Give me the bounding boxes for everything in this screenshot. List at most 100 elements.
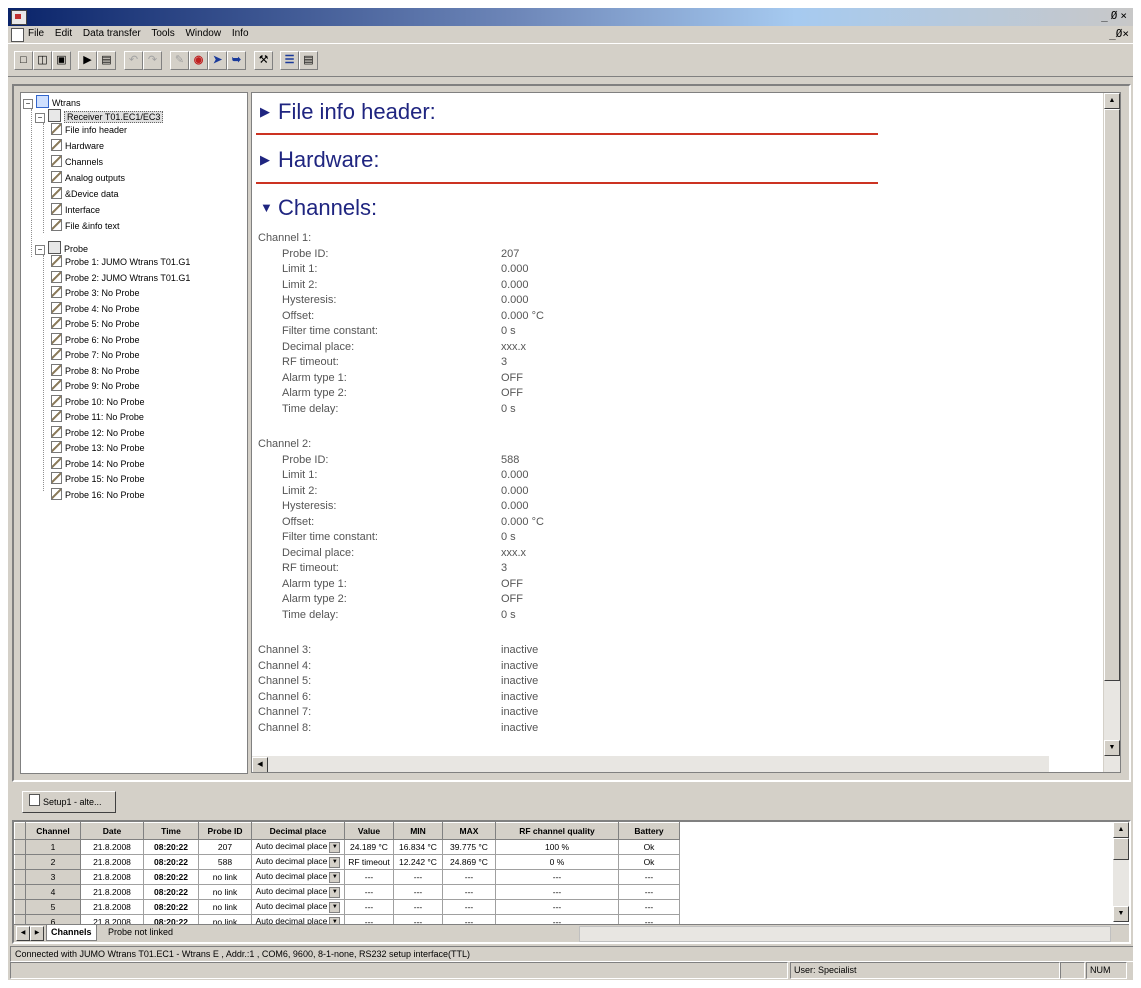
column-header[interactable]: Date [80, 822, 144, 840]
column-header[interactable]: RF channel quality [495, 822, 619, 840]
table-cell[interactable]: Auto decimal place ▼ [251, 854, 345, 870]
tree-node-probe-item[interactable]: Probe 10: No Probe [51, 394, 145, 409]
new-icon[interactable]: □ [14, 51, 33, 70]
tree-node-receiver-item[interactable]: Analog outputs [51, 171, 125, 185]
column-header[interactable]: Time [143, 822, 199, 840]
tree-node-probe-item[interactable]: Probe 12: No Probe [51, 425, 145, 440]
print-icon[interactable]: ▤ [97, 51, 116, 70]
dropdown-arrow-icon[interactable]: ▼ [329, 856, 341, 868]
close-button[interactable]: × [1119, 9, 1129, 22]
tab-next-icon[interactable]: ▶ [30, 926, 44, 941]
minimize-button[interactable]: _ [1100, 9, 1110, 22]
tree-node-probe-item[interactable]: Probe 9: No Probe [51, 379, 140, 393]
record-icon[interactable]: ◉ [189, 51, 208, 70]
tab-prev-icon[interactable]: ◀ [16, 926, 30, 941]
dropdown-arrow-icon[interactable]: ▼ [329, 841, 341, 853]
section-file-info-header[interactable]: ▶ File info header: [260, 99, 436, 125]
vertical-scrollbar[interactable]: ▲ ▼ [1103, 93, 1120, 772]
tree-node-probe-item[interactable]: Probe 2: JUMO Wtrans T01.G1 [51, 270, 190, 285]
horizontal-scrollbar[interactable]: ◀ [252, 756, 1049, 772]
scroll-up-icon[interactable]: ▲ [1104, 93, 1120, 109]
edit-icon[interactable]: ✎ [170, 51, 189, 70]
menu-info[interactable]: Info [232, 28, 249, 39]
tree-node-receiver-item[interactable]: Hardware [51, 139, 104, 153]
tree-node-probe-item[interactable]: Probe 11: No Probe [51, 410, 144, 424]
tree-node-probe-item[interactable]: Probe 14: No Probe [51, 456, 145, 471]
mdi-minimize-button[interactable]: _ [1109, 27, 1116, 40]
tree-node-probe[interactable]: − Probe [35, 241, 88, 255]
tree-node-probe-item[interactable]: Probe 7: No Probe [51, 348, 140, 362]
tree-node-probe-item[interactable]: Probe 4: No Probe [51, 301, 140, 316]
row-header[interactable] [14, 854, 26, 870]
tools-icon[interactable]: ⚒ [254, 51, 273, 70]
dropdown-arrow-icon[interactable]: ▼ [329, 871, 341, 883]
scroll-up-icon[interactable]: ▲ [1113, 822, 1129, 838]
menu-file[interactable]: File [28, 28, 44, 39]
menu-edit[interactable]: Edit [55, 28, 72, 39]
row-header[interactable] [14, 884, 26, 900]
document-icon[interactable] [11, 28, 24, 42]
open-icon[interactable]: ◫ [33, 51, 52, 70]
scroll-down-icon[interactable]: ▼ [1113, 906, 1129, 922]
mdi-close-button[interactable]: × [1122, 27, 1129, 40]
column-header[interactable]: MAX [442, 822, 496, 840]
row-header[interactable] [14, 869, 26, 885]
window-icon[interactable]: ▤ [299, 51, 318, 70]
tree-node-probe-item[interactable]: Probe 8: No Probe [51, 363, 140, 378]
table-row[interactable]: 4 21.8.2008 08:20:22 no link Auto decimal pl… [14, 884, 680, 900]
dropdown-arrow-icon[interactable]: ▼ [329, 886, 341, 898]
scroll-down-icon[interactable]: ▼ [1104, 740, 1120, 756]
column-header[interactable]: Value [344, 822, 394, 840]
menu-data-transfer[interactable]: Data transfer [83, 28, 141, 39]
tree-node-probe-item[interactable]: Probe 5: No Probe [51, 317, 140, 331]
tree-node-root[interactable]: − Wtrans [23, 95, 81, 109]
redo-icon[interactable]: ↷ [143, 51, 162, 70]
column-header[interactable]: Decimal place [251, 822, 345, 840]
table-row[interactable]: 1 21.8.2008 08:20:22 207 Auto decimal place ▼… [14, 839, 680, 855]
grid-vertical-scrollbar[interactable]: ▲ ▼ [1113, 822, 1129, 922]
navigation-tree[interactable]: − Wtrans − Receiver T01.EC1/EC3 File info … [20, 92, 248, 774]
tree-node-probe-item[interactable]: Probe 3: No Probe [51, 286, 140, 300]
table-row[interactable]: 5 21.8.2008 08:20:22 no link Auto decimal pl… [14, 899, 680, 915]
table-cell[interactable]: Auto decimal place ▼ [251, 899, 345, 915]
report-view[interactable]: ▶ File info header: ▶ Hardware: ▼ Channels:… [251, 92, 1121, 773]
section-hardware[interactable]: ▶ Hardware: [260, 147, 379, 173]
scroll-thumb[interactable] [1113, 838, 1129, 860]
save-icon[interactable]: ▣ [52, 51, 71, 70]
menu-window[interactable]: Window [185, 28, 221, 39]
tree-node-probe-item[interactable]: Probe 16: No Probe [51, 487, 145, 502]
table-cell[interactable]: Auto decimal place ▼ [251, 839, 345, 855]
menu-tools[interactable]: Tools [151, 28, 174, 39]
tree-node-receiver-item[interactable]: File &info text [51, 219, 120, 233]
row-header[interactable] [14, 899, 26, 915]
restore-button[interactable]: Ø [1110, 9, 1120, 22]
scroll-thumb[interactable] [1104, 109, 1120, 681]
table-row[interactable]: 3 21.8.2008 08:20:22 no link Auto decimal pl… [14, 869, 680, 885]
receive-icon[interactable]: ➥ [227, 51, 246, 70]
dropdown-arrow-icon[interactable]: ▼ [329, 901, 341, 913]
title-bar[interactable]: _ Ø × [8, 8, 1133, 26]
column-header[interactable]: Probe ID [198, 822, 252, 840]
app-icon[interactable] [11, 10, 27, 25]
document-tab[interactable]: Setup1 - alte... [22, 791, 116, 813]
list-icon[interactable]: ☰ [280, 51, 299, 70]
row-header[interactable] [14, 839, 26, 855]
table-row[interactable]: 2 21.8.2008 08:20:22 588 Auto decimal place ▼… [14, 854, 680, 870]
print-preview-icon[interactable]: ▶ [78, 51, 97, 70]
tree-node-probe-item[interactable]: Probe 15: No Probe [51, 472, 145, 486]
tree-node-receiver-item[interactable]: File info header [51, 123, 127, 137]
scroll-left-icon[interactable]: ◀ [252, 757, 268, 772]
table-cell[interactable]: Auto decimal place ▼ [251, 869, 345, 885]
tree-node-receiver-item[interactable]: Channels [51, 155, 103, 169]
tree-node-probe-item[interactable]: Probe 13: No Probe [51, 441, 145, 455]
section-channels[interactable]: ▼ Channels: [260, 195, 377, 221]
tree-node-receiver-item[interactable]: &Device data [51, 187, 119, 201]
tab-channels[interactable]: Channels [46, 925, 97, 941]
send-icon[interactable]: ➤ [208, 51, 227, 70]
tab-probe-not-linked[interactable]: Probe not linked [104, 925, 177, 940]
grid-horizontal-scrollbar[interactable] [579, 926, 1111, 942]
tree-node-probe-item[interactable]: Probe 1: JUMO Wtrans T01.G1 [51, 255, 190, 269]
column-header[interactable]: Battery [618, 822, 680, 840]
column-header[interactable]: MIN [393, 822, 443, 840]
table-cell[interactable]: Auto decimal place ▼ [251, 884, 345, 900]
